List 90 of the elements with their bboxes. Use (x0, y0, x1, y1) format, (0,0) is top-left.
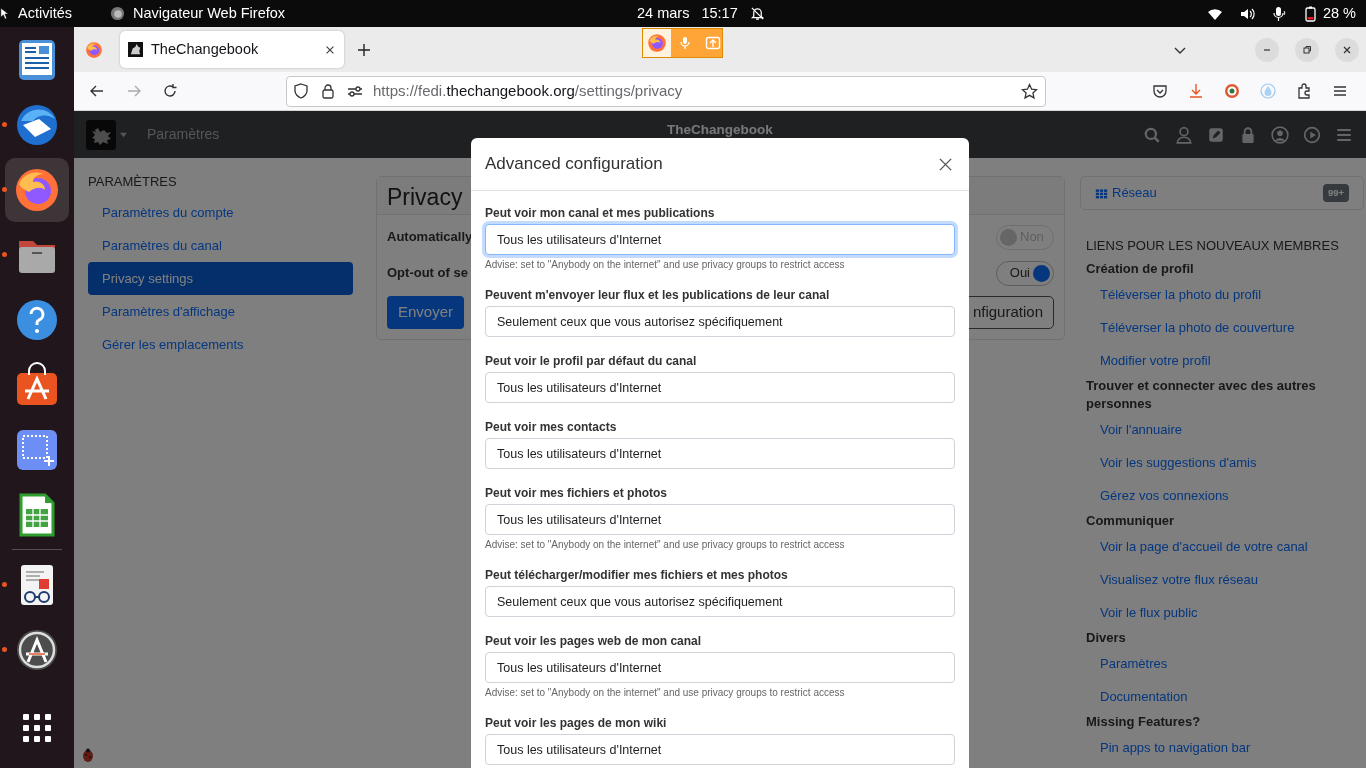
url-text: thechangebook.org (446, 81, 575, 99)
field-label: Peut voir les pages de mon wiki (485, 716, 668, 731)
back-icon[interactable] (89, 83, 105, 99)
select-field[interactable]: Seulement ceux que vous autorisez spécifiquement (485, 586, 955, 617)
bug-icon[interactable] (81, 748, 95, 762)
favicon-icon (128, 42, 143, 57)
select-field[interactable]: Seulement ceux que vous autorisez spécifiquement (485, 306, 955, 337)
duckduckgo-extension-icon[interactable] (1224, 83, 1240, 99)
field-label: Peut voir mes fichiers et photos (485, 486, 669, 501)
sidebar-link[interactable]: Privacy settings (88, 262, 353, 295)
app-name[interactable]: Navigateur Web Firefox (133, 2, 286, 25)
field-hint: Advise: set to "Anybody on the internet" and use privacy groups to restrict access (485, 538, 846, 551)
activities-button[interactable]: Activités (18, 2, 72, 25)
dock-item[interactable] (5, 158, 69, 222)
field-hint: Advise: set to "Anybody on the internet" and use privacy groups to restrict access (485, 686, 846, 699)
search-icon[interactable] (1143, 125, 1161, 144)
help-link[interactable]: Gérez vos connexions (1080, 479, 1364, 512)
lock-icon[interactable] (320, 83, 336, 99)
address-bar[interactable]: https://fedi.thechangebook.org/settings/privacy (286, 75, 1046, 107)
battery-level: 28 % (1322, 3, 1356, 23)
grid-icon (1095, 186, 1108, 200)
section-heading: Création de profil (1085, 260, 1195, 278)
maximize-button[interactable] (1295, 37, 1319, 62)
network-link[interactable]: Réseau (1095, 183, 1157, 203)
field-label: Peut voir le profil par défaut du canal (485, 354, 698, 369)
user-icon[interactable] (1175, 125, 1193, 144)
tab-title: TheChangebook (151, 39, 260, 59)
setting-label: Opt-out of se (387, 264, 468, 283)
field-label: Peut télécharger/modifier mes fichiers et mes photos (485, 568, 789, 583)
reload-icon[interactable] (162, 83, 178, 99)
firefox-view-icon[interactable] (85, 40, 103, 59)
sidebar-link[interactable]: Gérer les emplacements (88, 328, 353, 361)
section-heading: Divers (1085, 629, 1127, 647)
browser-tab[interactable]: TheChangebook (120, 31, 344, 68)
help-link[interactable]: Téléverser la photo de couverture (1080, 311, 1364, 344)
links-heading: LIENS POUR LES NOUVEAUX MEMBRES (1085, 237, 1340, 255)
field-label: Peuvent m'envoyer leur flux et les publications de leur canal (485, 288, 831, 303)
setting-label: Automatically (387, 228, 473, 247)
select-field[interactable]: Tous les utilisateurs d'Internet (485, 652, 955, 683)
pocket-icon[interactable] (1152, 83, 1168, 99)
play-icon[interactable] (1303, 125, 1321, 144)
help-link[interactable]: Modifier votre profil (1080, 344, 1364, 377)
help-link[interactable]: Voir les suggestions d'amis (1080, 446, 1364, 479)
help-link[interactable]: Visualisez votre flux réseau (1080, 563, 1364, 596)
help-link[interactable]: Voir le flux public (1080, 596, 1364, 629)
sidebar-link[interactable]: Paramètres du compte (88, 196, 353, 229)
date-text[interactable]: 24 mars (637, 2, 690, 25)
help-link[interactable]: Téléverser la photo du profil (1080, 278, 1364, 311)
edit-icon[interactable] (1207, 125, 1225, 144)
notifications-off-icon[interactable] (749, 6, 765, 21)
help-link[interactable]: Paramètres (1080, 647, 1364, 680)
menu-icon[interactable] (1332, 83, 1348, 99)
bookmark-star-icon[interactable] (1021, 82, 1038, 100)
url-text: https://fedi. (373, 81, 447, 99)
permissions-icon[interactable] (347, 83, 363, 99)
help-link[interactable]: Voir la page d'accueil de votre canal (1080, 530, 1364, 563)
sidebar-link[interactable]: Paramètres d'affichage (88, 295, 353, 328)
help-link[interactable]: Voir l'annuaire (1080, 413, 1364, 446)
url-text: /settings/privacy (574, 81, 683, 99)
field-label: Peut voir les pages web de mon canal (485, 634, 703, 649)
field-label: Peut voir mes contacts (485, 420, 618, 435)
toggle-switch[interactable]: Oui (996, 260, 1054, 286)
help-link[interactable]: Pin apps to navigation bar (1080, 731, 1364, 764)
select-field[interactable]: Tous les utilisateurs d'Internet (485, 438, 955, 469)
firefox-icon (647, 33, 667, 53)
select-field[interactable]: Tous les utilisateurs d'Internet (485, 224, 955, 255)
select-field[interactable]: Tous les utilisateurs d'Internet (485, 372, 955, 403)
user-circle-icon[interactable] (1271, 125, 1289, 144)
section-heading: Trouver et connecter avec des autres personnes (1085, 377, 1317, 413)
firefox-icon (13, 166, 61, 214)
extensions-icon[interactable] (1296, 83, 1312, 99)
section-heading: Communiquer (1085, 512, 1176, 530)
select-field[interactable]: Tous les utilisateurs d'Internet (485, 734, 955, 765)
sidebar-link[interactable]: Paramètres du canal (88, 229, 353, 262)
select-field[interactable]: Tous les utilisateurs d'Internet (485, 504, 955, 535)
time-text[interactable]: 15:17 (701, 2, 738, 25)
downloads-icon[interactable] (1188, 83, 1204, 99)
new-tab-icon[interactable] (357, 42, 371, 57)
dialog-title: Advanced configuration (485, 153, 663, 176)
section-heading: Missing Features? (1085, 713, 1202, 731)
battery-icon[interactable] (1302, 5, 1319, 22)
sidebar-heading: PARAMÈTRES (88, 173, 178, 191)
microphone-icon[interactable] (1270, 5, 1287, 22)
submit-button[interactable]: Envoyer (387, 296, 465, 329)
field-hint: Advise: set to "Anybody on the internet" and use privacy groups to restrict access (485, 258, 846, 271)
shield-icon[interactable] (293, 83, 309, 99)
app-icon (110, 6, 125, 21)
help-link[interactable]: Documentation (1080, 680, 1364, 713)
site-name: TheChangebook (667, 121, 773, 139)
count-badge: 99+ (1322, 183, 1349, 203)
